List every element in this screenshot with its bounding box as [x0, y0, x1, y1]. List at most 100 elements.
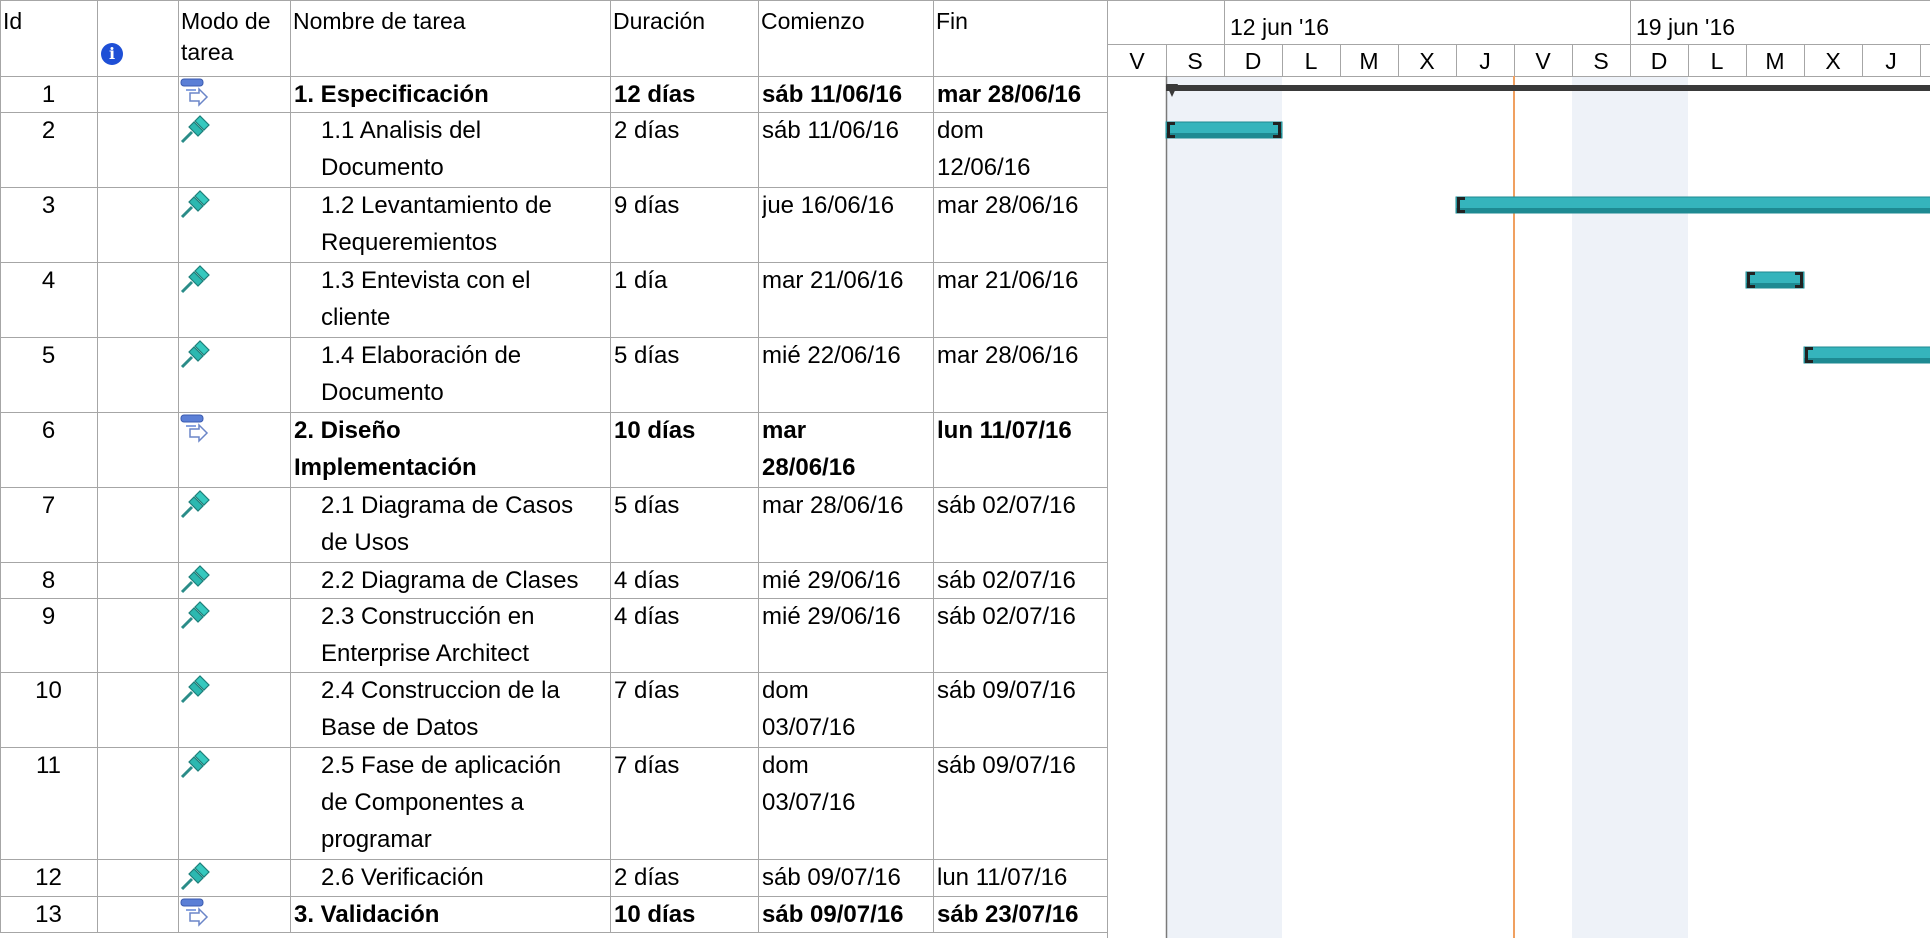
- header-finish[interactable]: Fin: [936, 8, 1107, 35]
- pin-icon: [178, 113, 212, 145]
- day-label: V: [1535, 48, 1551, 74]
- row-id: 9: [41, 603, 56, 630]
- auto-schedule-icon: [178, 897, 212, 929]
- day-label: X: [1419, 48, 1434, 74]
- task-bar-shadow: [1166, 133, 1282, 138]
- task-duration: 2 días: [614, 864, 680, 891]
- gantt-canvas: 12 jun '16 19 jun '16 V S D L M X J V S D L M X J: [1108, 0, 1930, 938]
- task-finish: sáb 02/07/16: [937, 567, 1076, 594]
- task-name: 2.1 Diagrama de Casos: [321, 492, 574, 519]
- pin-icon: [178, 563, 212, 595]
- task-name: 1.4 Elaboración de: [321, 342, 522, 369]
- row-id: 11: [36, 752, 61, 779]
- day-label: X: [1825, 48, 1840, 74]
- pin-icon: [178, 673, 212, 705]
- row-id: 8: [41, 567, 56, 594]
- task-duration: 1 día: [614, 267, 668, 294]
- task-finish: 12/06/16: [937, 154, 1031, 181]
- task-finish: mar 28/06/16: [937, 81, 1082, 108]
- day-label: M: [1765, 48, 1784, 74]
- day-label: M: [1359, 48, 1378, 74]
- header-id[interactable]: Id: [3, 8, 96, 35]
- task-name: 1.1 Analisis del: [321, 117, 482, 144]
- task-finish: mar 28/06/16: [937, 342, 1079, 369]
- task-start: 03/07/16: [762, 789, 856, 816]
- auto-schedule-icon: [178, 413, 212, 445]
- header-mode-line2[interactable]: tarea: [181, 39, 289, 66]
- task-start: dom: [762, 677, 809, 704]
- task-bar-shadow: [1804, 358, 1930, 363]
- pin-icon: [178, 599, 212, 631]
- day-label: L: [1711, 48, 1724, 74]
- task-finish: lun 11/07/16: [937, 864, 1068, 891]
- info-icon[interactable]: i: [101, 43, 123, 65]
- task-start: mar: [762, 417, 807, 444]
- pin-icon: [178, 338, 212, 370]
- gantt-chart: 12 jun '16 19 jun '16 V S D L M X J V S D L M X J: [1108, 0, 1930, 938]
- task-finish: dom: [937, 117, 984, 144]
- task-duration: 10 días: [614, 417, 696, 444]
- auto-schedule-icon: [178, 77, 212, 109]
- task-name: 2. Diseño: [294, 417, 401, 444]
- row-id: 2: [41, 117, 56, 144]
- summary-bar: [1166, 85, 1930, 91]
- header-duration[interactable]: Duración: [613, 8, 757, 35]
- row-id: 7: [41, 492, 56, 519]
- pin-icon: [178, 748, 212, 780]
- task-duration: 2 días: [614, 117, 680, 144]
- task-start: mié 29/06/16: [762, 603, 901, 630]
- task-start: jue 16/06/16: [762, 192, 895, 219]
- task-name: 2.4 Construccion de la: [321, 677, 560, 704]
- row-id: 6: [41, 417, 56, 444]
- task-duration: 7 días: [614, 677, 680, 704]
- task-name: cliente: [321, 304, 391, 331]
- task-name: 2.6 Verificación: [321, 864, 484, 891]
- task-finish: sáb 02/07/16: [937, 603, 1076, 630]
- pin-icon: [178, 860, 212, 892]
- row-id: 1: [41, 81, 56, 108]
- task-finish: lun 11/07/16: [937, 417, 1072, 444]
- task-name: de Componentes a: [321, 789, 524, 816]
- day-label: L: [1305, 48, 1318, 74]
- task-duration: 12 días: [614, 81, 696, 108]
- task-bar-shadow: [1456, 208, 1930, 213]
- task-start: sáb 09/07/16: [762, 901, 904, 928]
- day-label: S: [1187, 48, 1202, 74]
- task-duration: 4 días: [614, 567, 680, 594]
- task-name: 2.2 Diagrama de Clases: [321, 567, 579, 594]
- task-finish: sáb 09/07/16: [937, 752, 1076, 779]
- header-task-name[interactable]: Nombre de tarea: [293, 8, 609, 35]
- pin-icon: [178, 263, 212, 295]
- pin-icon: [178, 188, 212, 220]
- task-name: 2.3 Construcción en: [321, 603, 535, 630]
- weekend-shade: [1224, 76, 1282, 938]
- task-duration: 4 días: [614, 603, 680, 630]
- week-label: 12 jun '16: [1230, 14, 1329, 40]
- row-id: 13: [35, 901, 62, 928]
- task-table: Id Modo de tarea Nombre de tarea Duración Com…: [0, 0, 1108, 938]
- task-name: 2.5 Fase de aplicación: [321, 752, 562, 779]
- task-start: mar 28/06/16: [762, 492, 904, 519]
- row-divider: [0, 0, 1108, 1]
- task-start: dom: [762, 752, 809, 779]
- header-mode[interactable]: Modo de: [181, 8, 289, 35]
- task-duration: 10 días: [614, 901, 696, 928]
- task-finish: mar 28/06/16: [937, 192, 1079, 219]
- task-name: Implementación: [294, 454, 477, 481]
- week-label: 19 jun '16: [1636, 14, 1735, 40]
- task-finish: sáb 09/07/16: [937, 677, 1076, 704]
- task-name: Requeremientos: [321, 229, 498, 256]
- task-name: 3. Validación: [294, 901, 440, 928]
- task-duration: 5 días: [614, 342, 680, 369]
- day-label: D: [1651, 48, 1668, 74]
- task-name: 1.3 Entevista con el: [321, 267, 531, 294]
- task-finish: mar 21/06/16: [937, 267, 1079, 294]
- row-id: 4: [41, 267, 56, 294]
- header-start[interactable]: Comienzo: [761, 8, 932, 35]
- day-label: J: [1479, 48, 1491, 74]
- task-start: 28/06/16: [762, 454, 856, 481]
- task-finish: sáb 02/07/16: [937, 492, 1076, 519]
- task-duration: 9 días: [614, 192, 680, 219]
- task-start: sáb 11/06/16: [762, 81, 903, 108]
- task-name: programar: [321, 826, 432, 853]
